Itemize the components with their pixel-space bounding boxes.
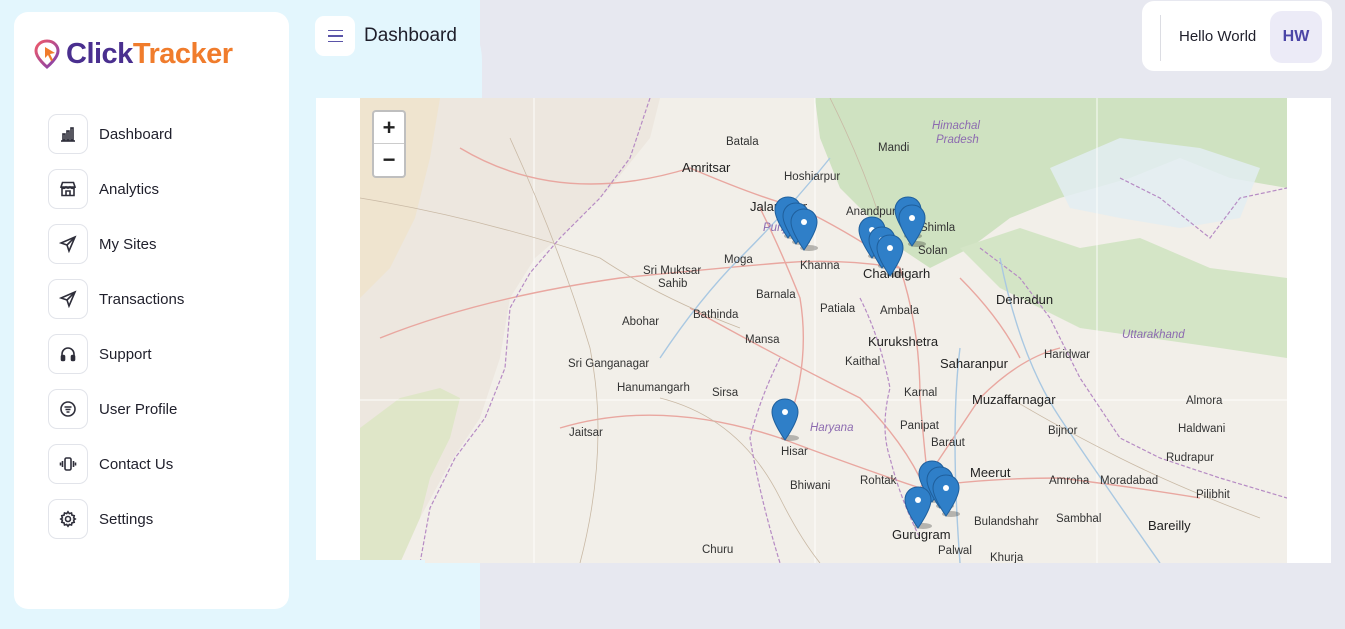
sidebar-item-label: Contact Us <box>99 455 174 473</box>
sidebar: ClickTracker Dashboard Analytics My Site… <box>14 12 289 609</box>
map-place-label: Palwal <box>938 545 972 557</box>
map-place-label: Haryana <box>810 422 854 434</box>
hamburger-icon <box>327 28 343 45</box>
map-place-label: Ambala <box>880 305 919 317</box>
sidebar-item-contact-us[interactable]: Contact Us <box>48 444 184 484</box>
send-icon <box>48 279 88 319</box>
map-place-label: Bijnor <box>1048 425 1078 437</box>
sidebar-item-support[interactable]: Support <box>48 334 184 374</box>
map-place-label: Bulandshahr <box>974 516 1039 528</box>
brand-name: ClickTracker <box>66 38 233 71</box>
sidebar-item-analytics[interactable]: Analytics <box>48 169 184 209</box>
sidebar-nav: Dashboard Analytics My Sites Transaction… <box>48 114 184 554</box>
map-place-label: Mansa <box>745 334 780 346</box>
sidebar-item-label: My Sites <box>99 235 157 253</box>
brand-name-part2: Tracker <box>132 37 233 70</box>
map-place-label: Dehradun <box>996 292 1054 307</box>
map-place-label: Haridwar <box>1044 349 1091 361</box>
sidebar-item-dashboard[interactable]: Dashboard <box>48 114 184 154</box>
map-place-label: Haldwani <box>1178 423 1226 435</box>
sidebar-item-my-sites[interactable]: My Sites <box>48 224 184 264</box>
map-place-label: Bareilly <box>1148 518 1191 533</box>
map-place-label: Amroha <box>1049 475 1090 487</box>
map-place-label: Almora <box>1186 395 1223 407</box>
map-place-label: Jaitsar <box>569 427 603 439</box>
store-icon <box>48 169 88 209</box>
map-place-label: Khanna <box>800 260 840 272</box>
map-place-label: Moga <box>724 254 753 266</box>
map-marker-icon[interactable] <box>903 486 933 530</box>
sidebar-item-label: User Profile <box>99 400 178 418</box>
map-place-label: Abohar <box>622 316 660 328</box>
map-place-label: Bhiwani <box>790 480 831 492</box>
map-view[interactable]: Himachal Pradesh Mandi Amritsar Batala Hoshia… <box>360 98 1287 563</box>
sidebar-item-settings[interactable]: Settings <box>48 499 184 539</box>
divider <box>1160 15 1161 61</box>
map-place-label: Sri Muktsar <box>643 265 702 277</box>
map-place-label: Patiala <box>820 303 856 315</box>
sidebar-item-label: Analytics <box>99 180 160 198</box>
map-place-label: Hoshiarpur <box>784 171 841 183</box>
zoom-control: + − <box>372 110 406 178</box>
avatar[interactable]: HW <box>1270 11 1322 63</box>
map-place-label: Pilibhit <box>1196 489 1230 501</box>
menu-toggle-button[interactable] <box>315 16 355 56</box>
map-place-label: Rudrapur <box>1166 452 1214 464</box>
map-marker-icon[interactable] <box>897 204 927 248</box>
sidebar-item-label: Settings <box>99 510 154 528</box>
map-place-label: Hisar <box>781 446 808 458</box>
sidebar-item-label: Dashboard <box>99 125 173 143</box>
map-place-label: Muzaffarnagar <box>972 392 1056 407</box>
map-place-label: Amritsar <box>682 160 731 175</box>
send-icon <box>48 224 88 264</box>
background-panel-low <box>290 560 425 629</box>
bar-chart-icon <box>48 114 88 154</box>
map-place-label: Himachal <box>932 120 980 132</box>
map-place-label: Sahib <box>658 278 688 290</box>
map-marker-icon[interactable] <box>931 474 961 518</box>
brand-name-part1: Click <box>66 37 133 70</box>
gear-icon <box>48 499 88 539</box>
map-place-label: Kurukshetra <box>868 334 939 349</box>
map-place-label: Mandi <box>878 142 910 154</box>
sidebar-item-transactions[interactable]: Transactions <box>48 279 184 319</box>
zoom-in-button[interactable]: + <box>374 112 404 144</box>
map-place-label: Meerut <box>970 465 1011 480</box>
sidebar-item-label: Transactions <box>99 290 185 308</box>
map-place-label: Sirsa <box>712 387 739 399</box>
map-place-label: Kaithal <box>845 356 881 368</box>
map-place-label: Uttarakhand <box>1122 329 1185 341</box>
sidebar-item-user-profile[interactable]: User Profile <box>48 389 184 429</box>
sidebar-item-label: Support <box>99 345 152 363</box>
filter-circle-icon <box>48 389 88 429</box>
page-title: Dashboard <box>364 25 457 46</box>
map-place-label: Moradabad <box>1100 475 1159 487</box>
map-place-label: Batala <box>726 136 759 148</box>
zoom-out-button[interactable]: − <box>374 144 404 176</box>
headphones-icon <box>48 334 88 374</box>
user-greeting: Hello World <box>1179 28 1257 45</box>
map-place-label: Sri Ganganagar <box>568 358 650 370</box>
map-marker-icon[interactable] <box>770 398 800 442</box>
location-pin-icon <box>34 39 60 69</box>
map-place-label: Saharanpur <box>940 356 1008 371</box>
vibrate-phone-icon <box>48 444 88 484</box>
map-place-label: Hanumangarh <box>617 382 690 394</box>
map-place-label: Churu <box>702 544 734 556</box>
map-place-label: Baraut <box>931 437 965 449</box>
map-place-label: Rohtak <box>860 475 897 487</box>
map-place-label: Barnala <box>756 289 796 301</box>
map-place-label: Karnal <box>904 387 938 399</box>
logo[interactable]: ClickTracker <box>34 38 233 70</box>
user-menu[interactable]: Hello World HW <box>1142 1 1332 71</box>
map-place-label: Khurja <box>990 552 1024 563</box>
map-place-label: Pradesh <box>936 134 979 146</box>
map-place-label: Panipat <box>900 420 940 432</box>
map-marker-icon[interactable] <box>789 208 819 252</box>
map-place-label: Bathinda <box>693 309 739 321</box>
map-place-label: Sambhal <box>1056 513 1102 525</box>
